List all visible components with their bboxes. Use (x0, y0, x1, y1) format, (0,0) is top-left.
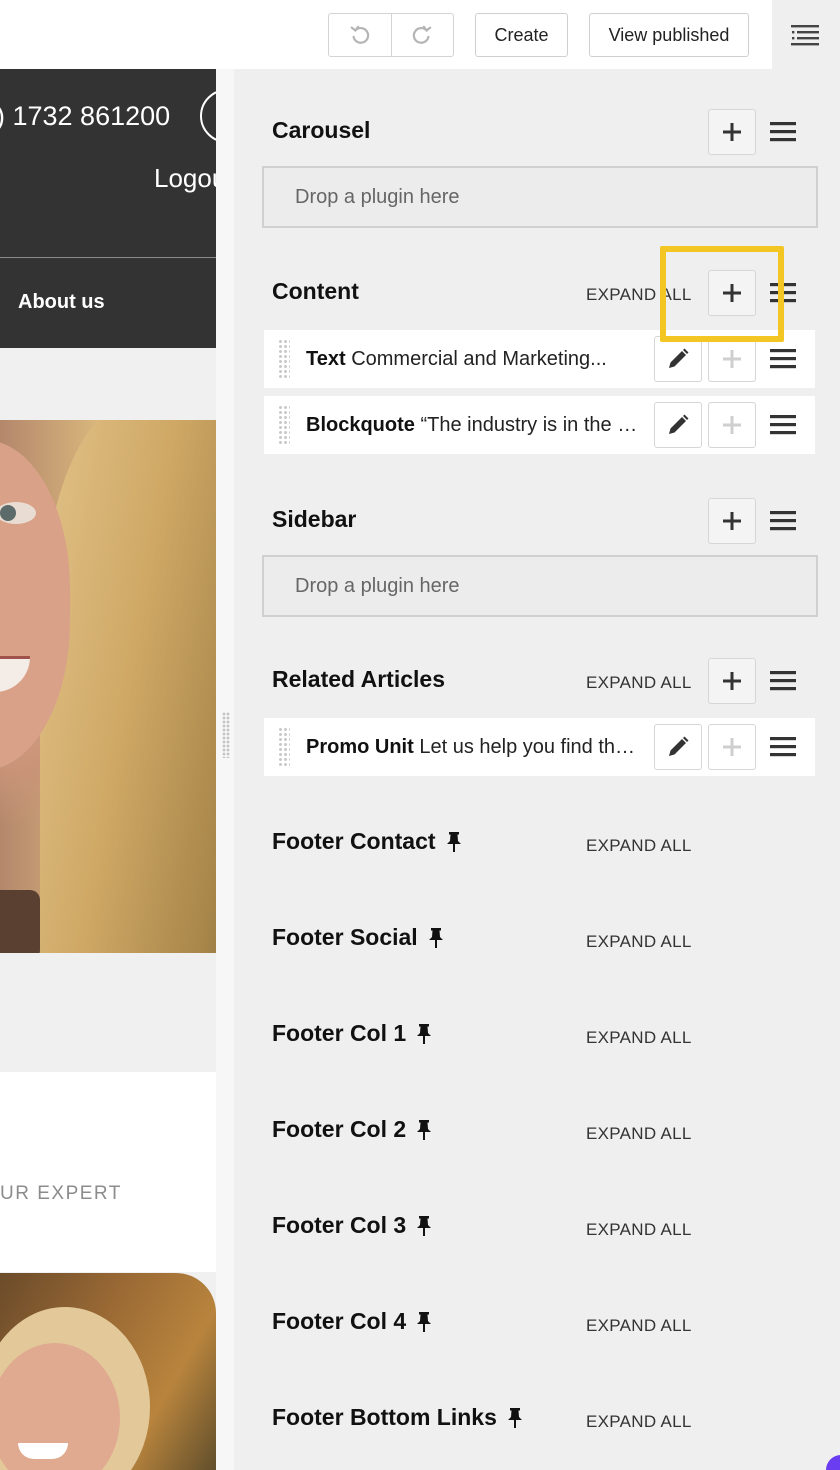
add-plugin-button-related-articles[interactable] (708, 658, 756, 704)
hamburger-icon (770, 415, 796, 435)
expand-all-link-footer-contact[interactable]: EXPAND ALL (586, 836, 692, 856)
resize-handle-icon[interactable] (222, 712, 230, 758)
placeholder-title-related-articles: Related Articles (272, 666, 445, 692)
placeholder-title-footer-col-1: Footer Col 1 (272, 1020, 432, 1047)
placeholder-title-footer-col-3: Footer Col 3 (272, 1212, 432, 1239)
structure-toggle-button[interactable] (772, 0, 840, 69)
expand-all-link-footer-col-3[interactable]: EXPAND ALL (586, 1220, 692, 1240)
structure-toggle-icon (791, 24, 819, 45)
expand-all-link-content[interactable]: EXPAND ALL (586, 285, 692, 305)
site-header-divider (0, 257, 216, 258)
drag-handle-icon[interactable] (278, 339, 290, 379)
plus-icon (723, 672, 741, 690)
plugin-row-blockquote[interactable]: Blockquote “The industry is in the middl… (264, 396, 815, 454)
expand-all-link-footer-col-1[interactable]: EXPAND ALL (586, 1028, 692, 1048)
pin-icon (417, 1215, 432, 1236)
pin-icon (417, 1119, 432, 1140)
pin-icon (507, 1407, 522, 1428)
drag-handle-icon[interactable] (278, 727, 290, 767)
expand-all-link-related-articles[interactable]: EXPAND ALL (586, 673, 692, 693)
hamburger-icon (770, 122, 796, 142)
structure-panel: Carousel Drop a plugin here Content EXPA… (234, 69, 840, 1470)
undo-icon (350, 25, 369, 44)
placeholder-title-footer-col-4: Footer Col 4 (272, 1308, 432, 1335)
placeholder-title-footer-social: Footer Social (272, 924, 444, 951)
add-plugin-button-sidebar[interactable] (708, 498, 756, 544)
plugin-menu-button[interactable] (767, 409, 799, 441)
hamburger-icon (770, 511, 796, 531)
plugin-menu-button[interactable] (767, 731, 799, 763)
plus-icon (723, 123, 741, 141)
pin-icon (417, 1311, 432, 1332)
edit-plugin-button[interactable] (654, 724, 702, 770)
placeholder-title-content: Content (272, 278, 359, 304)
cms-toolbar: Create View published (0, 0, 840, 69)
plugin-label: Promo Unit Let us help you find the righ… (306, 736, 646, 758)
placeholder-title-footer-contact: Footer Contact (272, 828, 462, 855)
site-header-button[interactable] (200, 89, 216, 143)
add-child-plugin-button[interactable] (708, 402, 756, 448)
history-button-group (328, 13, 454, 57)
create-button[interactable]: Create (475, 13, 568, 57)
placeholder-title-carousel: Carousel (272, 117, 371, 143)
add-child-plugin-button[interactable] (708, 724, 756, 770)
placeholder-menu-button-content[interactable] (767, 277, 799, 309)
placeholder-title-footer-col-2: Footer Col 2 (272, 1116, 432, 1143)
drop-zone-sidebar[interactable]: Drop a plugin here (262, 555, 818, 617)
website-preview: ) 1732 861200 Logou About us UR EXPERT (0, 69, 216, 1470)
plus-icon (723, 512, 741, 530)
expand-all-link-footer-col-4[interactable]: EXPAND ALL (586, 1316, 692, 1336)
add-child-plugin-button[interactable] (708, 336, 756, 382)
edit-plugin-button[interactable] (654, 402, 702, 448)
view-published-button[interactable]: View published (589, 13, 749, 57)
plus-icon (723, 738, 741, 756)
expand-all-link-footer-social[interactable]: EXPAND ALL (586, 932, 692, 952)
pin-icon (428, 927, 443, 948)
pencil-icon (669, 736, 689, 756)
add-plugin-button-carousel[interactable] (708, 109, 756, 155)
plus-icon (723, 350, 741, 368)
plugin-label: Text Commercial and Marketing... (306, 348, 607, 370)
placeholder-menu-button-carousel[interactable] (767, 116, 799, 148)
plugin-menu-button[interactable] (767, 343, 799, 375)
plus-icon (723, 416, 741, 434)
hamburger-icon (770, 283, 796, 303)
pin-icon (417, 1023, 432, 1044)
expand-all-link-footer-col-2[interactable]: EXPAND ALL (586, 1124, 692, 1144)
drag-handle-icon[interactable] (278, 405, 290, 445)
hero-portrait-image (0, 420, 216, 953)
redo-icon (413, 25, 432, 44)
pencil-icon (669, 348, 689, 368)
panel-resizer[interactable] (216, 69, 234, 1470)
site-logout-link[interactable]: Logou (154, 163, 216, 194)
plus-icon (723, 284, 741, 302)
hamburger-icon (770, 671, 796, 691)
plugin-row-text[interactable]: Text Commercial and Marketing... (264, 330, 815, 388)
drop-zone-carousel[interactable]: Drop a plugin here (262, 166, 818, 228)
plugin-row-promo-unit[interactable]: Promo Unit Let us help you find the righ… (264, 718, 815, 776)
edit-plugin-button[interactable] (654, 336, 702, 382)
placeholder-title-footer-bottom-links: Footer Bottom Links (272, 1404, 523, 1431)
expand-all-link-footer-bottom-links[interactable]: EXPAND ALL (586, 1412, 692, 1432)
pin-icon (446, 831, 461, 852)
undo-button[interactable] (329, 14, 391, 56)
placeholder-menu-button-sidebar[interactable] (767, 505, 799, 537)
pencil-icon (669, 414, 689, 434)
site-phone-number[interactable]: ) 1732 861200 (0, 101, 170, 132)
hamburger-icon (770, 349, 796, 369)
placeholder-title-sidebar: Sidebar (272, 506, 357, 532)
plugin-label: Blockquote “The industry is in the middl… (306, 414, 646, 436)
site-header: ) 1732 861200 Logou About us (0, 69, 216, 348)
section-eyebrow-text: UR EXPERT (0, 1183, 122, 1204)
placeholder-menu-button-related-articles[interactable] (767, 665, 799, 697)
site-nav-about-us[interactable]: About us (18, 291, 105, 314)
add-plugin-button-content[interactable] (708, 270, 756, 316)
redo-button[interactable] (390, 14, 454, 56)
expert-photo (0, 1273, 216, 1470)
hamburger-icon (770, 737, 796, 757)
site-section (0, 1072, 216, 1272)
